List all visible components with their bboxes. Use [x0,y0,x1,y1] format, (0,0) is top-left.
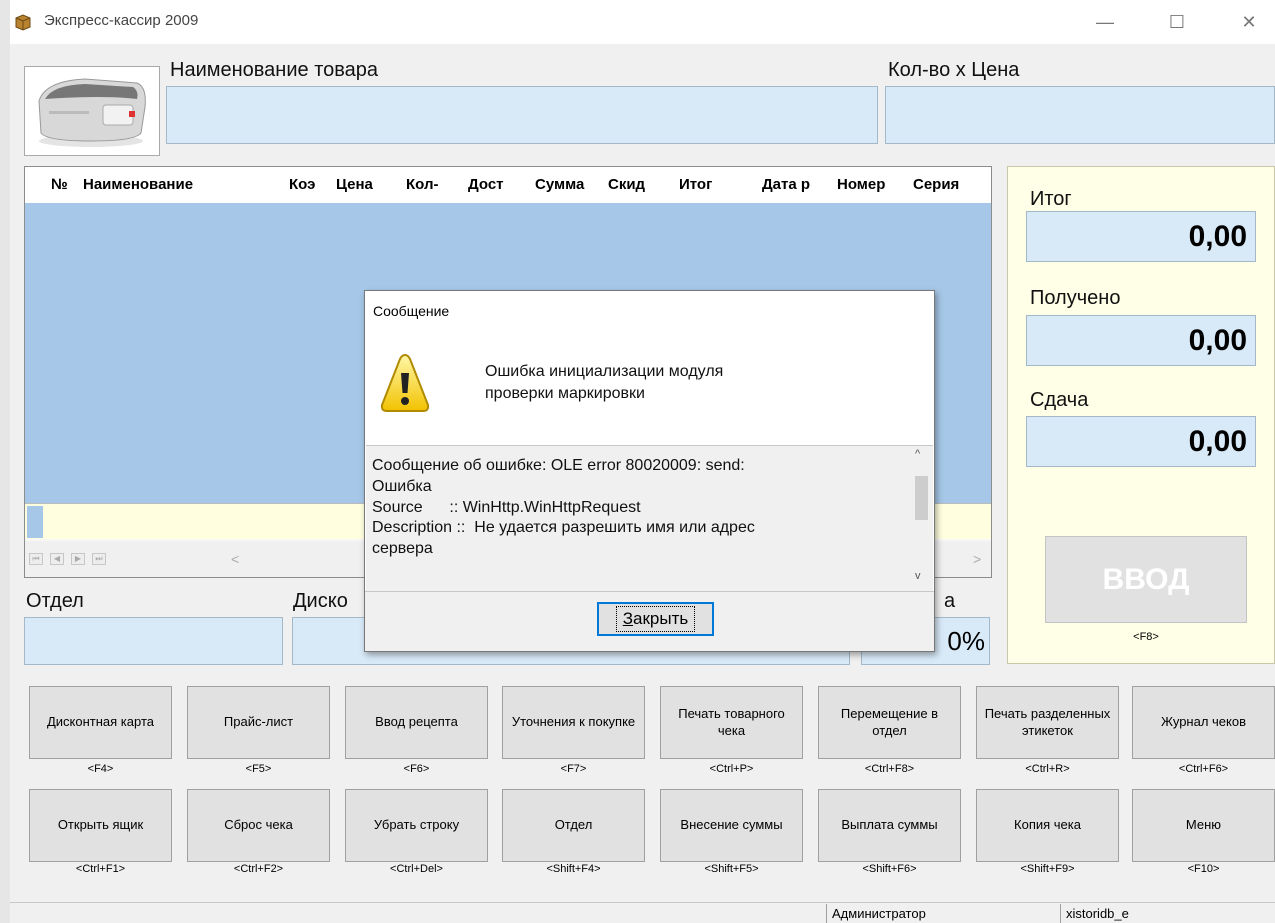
prescription-shortcut: <F6> [403,763,430,775]
dialog-message: Ошибка инициализации модуля проверки мар… [485,361,723,404]
discount-card-shortcut: <F4> [87,763,114,775]
open-drawer-button[interactable]: Открыть ящик [29,789,172,862]
scroll-right-arrow[interactable]: > [973,551,981,567]
details-scrollbar[interactable]: ^ v [911,446,932,590]
warning-icon [380,353,430,412]
window-close-button[interactable]: ✕ [1226,0,1272,44]
column-qty[interactable]: Кол- [406,176,446,193]
print-sales-receipt-button[interactable]: Печать товарного чека [660,686,803,759]
move-to-department-shortcut: <Ctrl+F8> [864,763,915,775]
dialog-message-line1: Ошибка инициализации модуля [485,363,724,380]
receipts-journal-shortcut: <Ctrl+F6> [1178,763,1229,775]
print-split-labels-button[interactable]: Печать разделенных этикеток [976,686,1119,759]
price-list-button[interactable]: Прайс-лист [187,686,330,759]
column-sum[interactable]: Сумма [535,176,605,193]
window-title: Экспресс-кассир 2009 [44,12,199,29]
discount-label: Диско [293,590,348,612]
total-value: 0,00 [1026,211,1256,262]
change-value: 0,00 [1026,416,1256,467]
dialog-close-button[interactable]: Закрыть [597,602,714,636]
prescription-button[interactable]: Ввод рецепта [345,686,488,759]
column-series[interactable]: Серия [913,176,983,193]
move-to-department-button[interactable]: Перемещение в отдел [818,686,961,759]
error-details-text: Сообщение об ошибке: OLE error 80020009:… [372,457,755,558]
minimize-button[interactable]: — [1082,0,1128,44]
scroll-down-arrow[interactable]: v [915,570,921,582]
print-split-labels-shortcut: <Ctrl+R> [1025,763,1070,775]
scroll-thumb[interactable] [915,476,928,520]
change-label: Сдача [1030,389,1089,411]
reset-receipt-shortcut: <Ctrl+F2> [233,863,284,875]
scroll-left-arrow[interactable]: < [231,551,239,567]
cash-in-button[interactable]: Внесение суммы [660,789,803,862]
status-user: Администратор [826,904,1056,923]
print-sales-receipt-shortcut: <Ctrl+P> [709,763,754,775]
error-dialog: Сообщение Ошибка инициализации модуля пр… [364,290,935,652]
received-label: Получено [1030,287,1121,309]
purchase-details-button[interactable]: Уточнения к покупке [502,686,645,759]
department-label: Отдел [26,590,84,612]
receipts-journal-button[interactable]: Журнал чеков [1132,686,1275,759]
receipt-copy-shortcut: <Shift+F9> [1020,863,1075,875]
received-field[interactable]: 0,00 [1026,315,1256,366]
qty-price-label: Кол-во х Цена [888,59,1020,81]
column-price[interactable]: Цена [336,176,396,193]
menu-shortcut: <F10> [1187,863,1220,875]
product-name-field[interactable] [166,86,878,144]
column-discount[interactable]: Скид [608,176,646,193]
department-field[interactable] [24,617,283,665]
receipt-copy-button[interactable]: Копия чека [976,789,1119,862]
column-date[interactable]: Дата р [762,176,816,193]
discount-percent-label: а [944,590,956,612]
dialog-message-line2: проверки маркировки [485,384,645,402]
app-box-icon [15,14,31,31]
cash-out-shortcut: <Shift+F6> [862,863,917,875]
column-coef[interactable]: Коэ [289,176,323,193]
nav-prev-button[interactable]: ◀ [50,553,64,565]
product-name-label: Наименование товара [170,59,379,81]
column-name[interactable]: Наименование [83,176,283,193]
close-button-label: Закрыть [615,606,696,632]
status-database: xistoridb_e [1060,904,1275,923]
cash-out-button[interactable]: Выплата суммы [818,789,961,862]
reset-receipt-button[interactable]: Сброс чека [187,789,330,862]
column-serial-number[interactable]: Номер [837,176,907,193]
window-left-edge [0,0,10,923]
close-label-rest: акрыть [633,609,689,628]
error-details-box[interactable]: Сообщение об ошибке: OLE error 80020009:… [366,445,933,591]
close-hotkey: З [622,609,634,628]
qty-price-field[interactable] [885,86,1275,144]
department-shortcut: <Shift+F4> [546,863,601,875]
receipt-printer-icon [38,78,146,147]
cash-in-shortcut: <Shift+F5> [704,863,759,875]
total-label: Итог [1030,188,1072,210]
printer-image [24,66,160,156]
nav-first-button[interactable]: ⏮ [29,553,43,565]
column-avail[interactable]: Дост [468,176,518,193]
maximize-button[interactable]: ☐ [1154,0,1200,44]
remove-row-shortcut: <Ctrl+Del> [390,863,443,875]
column-total[interactable]: Итог [679,176,749,193]
price-list-shortcut: <F5> [245,763,272,775]
dialog-footer: Закрыть [365,591,934,651]
remove-row-button[interactable]: Убрать строку [345,789,488,862]
scroll-up-arrow[interactable]: ^ [915,448,920,460]
nav-last-button[interactable]: ⏭ [92,553,106,565]
menu-button[interactable]: Меню [1132,789,1275,862]
department-button[interactable]: Отдел [502,789,645,862]
purchase-details-shortcut: <F7> [560,763,587,775]
enter-button[interactable]: ВВОД [1045,536,1247,623]
dialog-title: Сообщение [373,303,450,319]
open-drawer-shortcut: <Ctrl+F1> [75,863,126,875]
enter-shortcut: <F8> [1133,631,1159,643]
nav-next-button[interactable]: ▶ [71,553,85,565]
grid-footer-indicator [27,506,43,538]
grid-header: № Наименование Коэ Цена Кол- Дост Сумма … [25,167,991,203]
column-number[interactable]: № [51,176,79,193]
discount-card-button[interactable]: Дисконтная карта [29,686,172,759]
